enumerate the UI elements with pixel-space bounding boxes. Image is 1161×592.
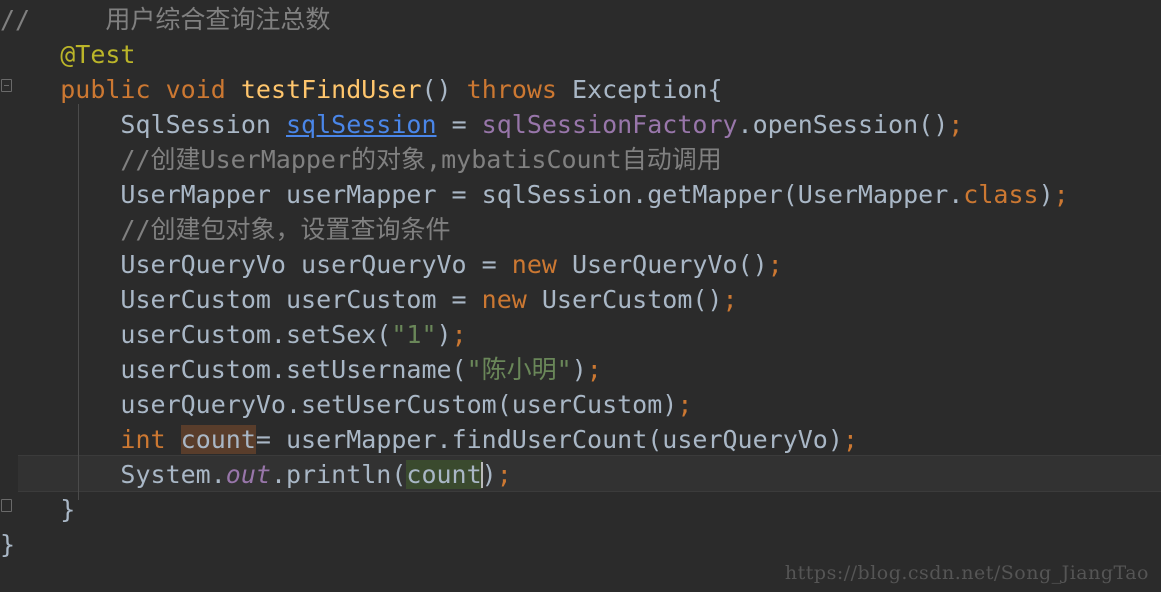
code-line[interactable]: } — [0, 527, 1161, 562]
code-token: UserMapper userMapper = sqlSession.getMa… — [120, 180, 964, 209]
code-line[interactable]: userCustom.setUsername("陈小明"); — [0, 352, 1161, 387]
code-token: count — [180, 425, 256, 454]
code-line[interactable]: SqlSession sqlSession = sqlSessionFactor… — [0, 107, 1161, 142]
code-token: userCustom.setSex( — [120, 320, 392, 349]
code-token: sqlSession — [286, 110, 437, 139]
code-editor[interactable]: // 用户综合查询注总数 @Test public void testFindU… — [0, 0, 1161, 592]
code-token: "1" — [391, 320, 437, 349]
code-token: ) — [1038, 180, 1054, 209]
code-line[interactable]: int count= userMapper.findUserCount(user… — [0, 422, 1161, 457]
code-token: "陈小明" — [466, 355, 572, 384]
code-token: ; — [767, 250, 783, 279]
code-token: ; — [586, 355, 602, 384]
code-token: UserCustom userCustom = — [120, 285, 482, 314]
code-line[interactable]: UserMapper userMapper = sqlSession.getMa… — [0, 177, 1161, 212]
code-token: UserQueryVo userQueryVo = — [120, 250, 512, 279]
code-line[interactable]: //创建包对象，设置查询条件 — [0, 212, 1161, 247]
code-line[interactable]: //创建UserMapper的对象,mybatisCount自动调用 — [0, 142, 1161, 177]
code-token: class — [963, 180, 1039, 209]
code-line[interactable]: // 用户综合查询注总数 — [0, 2, 1161, 37]
code-token: void — [165, 75, 226, 104]
code-token: // 用户综合查询注总数 — [0, 5, 331, 34]
code-token: count — [406, 460, 482, 489]
code-line[interactable]: @Test — [0, 37, 1161, 72]
code-token: userQueryVo.setUserCustom(userCustom) — [120, 390, 678, 419]
code-token: sqlSessionFactory — [481, 110, 738, 139]
code-line[interactable]: UserCustom userCustom = new UserCustom()… — [0, 282, 1161, 317]
code-token: //创建包对象，设置查询条件 — [120, 215, 451, 244]
code-token: .openSession() — [737, 110, 949, 139]
code-token: @Test — [60, 40, 136, 69]
code-token: } — [60, 495, 76, 524]
code-content[interactable]: // 用户综合查询注总数 @Test public void testFindU… — [0, 0, 1161, 592]
code-token: ; — [677, 390, 693, 419]
code-token: ) — [436, 320, 452, 349]
code-token: userCustom.setUsername( — [120, 355, 467, 384]
watermark-url: https://blog.csdn.net/Song_JiangTao — [784, 562, 1149, 584]
code-token: ; — [722, 285, 738, 314]
code-token: Exception{ — [572, 75, 723, 104]
code-token: ; — [948, 110, 964, 139]
code-token: ; — [496, 460, 512, 489]
code-token: ) — [481, 460, 497, 489]
code-token: int — [120, 425, 166, 454]
code-line[interactable]: userQueryVo.setUserCustom(userCustom); — [0, 387, 1161, 422]
code-token: public — [60, 75, 151, 104]
code-token: new — [511, 250, 557, 279]
code-token: UserCustom() — [526, 285, 723, 314]
code-token: UserQueryVo() — [556, 250, 768, 279]
code-line[interactable]: public void testFindUser() throws Except… — [0, 72, 1161, 107]
code-token: = — [436, 110, 482, 139]
code-token: () — [421, 75, 452, 104]
code-token: out — [225, 460, 271, 489]
code-token: System. — [120, 460, 226, 489]
code-token: ; — [451, 320, 467, 349]
code-line[interactable]: } — [0, 492, 1161, 527]
code-line[interactable]: System.out.println(count); — [0, 457, 1161, 492]
code-token: new — [481, 285, 527, 314]
code-token: = userMapper.findUserCount(userQueryVo) — [255, 425, 843, 454]
code-token: throws — [466, 75, 557, 104]
code-token: //创建UserMapper的对象,mybatisCount自动调用 — [120, 145, 722, 174]
code-token: .println( — [270, 460, 407, 489]
code-token: SqlSession — [120, 110, 286, 139]
code-token: } — [0, 530, 16, 559]
code-line[interactable]: userCustom.setSex("1"); — [0, 317, 1161, 352]
code-token: ; — [842, 425, 858, 454]
code-token: ) — [571, 355, 587, 384]
code-line[interactable]: UserQueryVo userQueryVo = new UserQueryV… — [0, 247, 1161, 282]
code-token: testFindUser — [240, 75, 422, 104]
code-token: ; — [1053, 180, 1069, 209]
